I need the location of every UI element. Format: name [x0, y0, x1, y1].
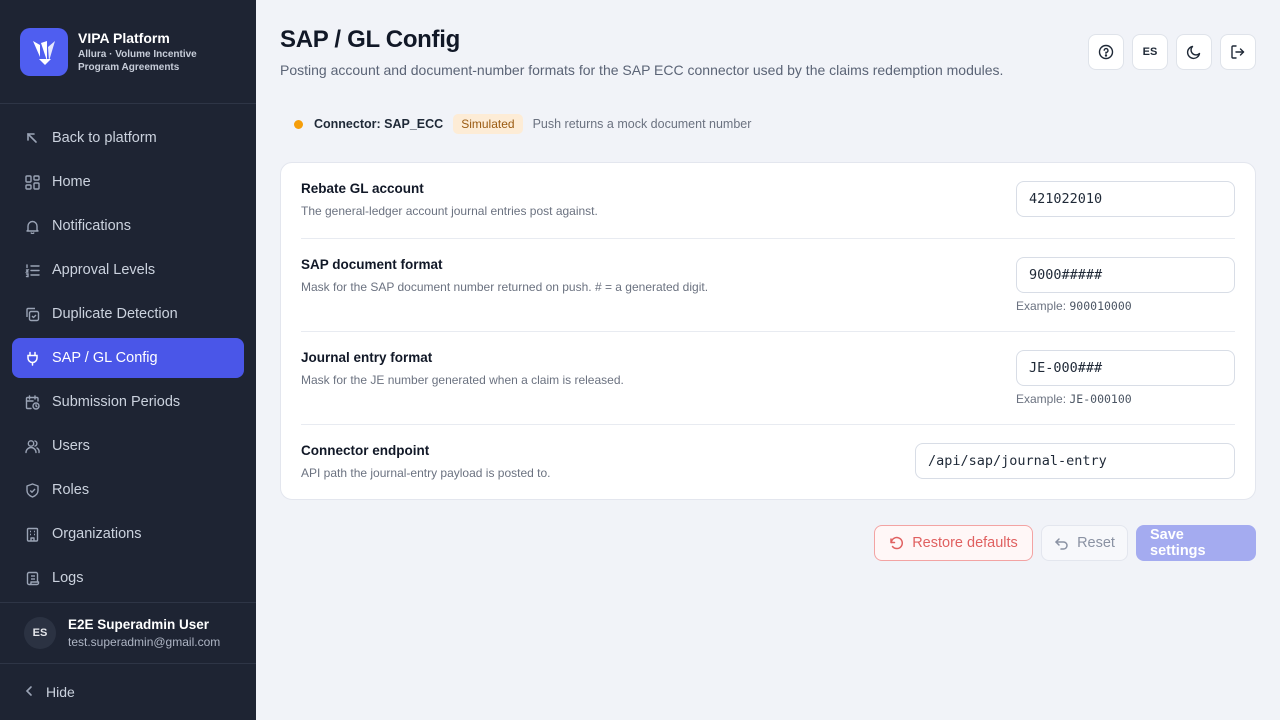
sidebar-item-submission-periods[interactable]: Submission Periods [12, 382, 244, 422]
sidebar-item-back-to-platform[interactable]: Back to platform [12, 118, 244, 158]
status-badge: Simulated [453, 114, 523, 134]
form-actions: Restore defaults Reset Save settings [874, 525, 1256, 561]
sidebar-item-label: Users [52, 438, 90, 454]
settings-card: Rebate GL account The general-ledger acc… [280, 162, 1256, 500]
rotate-ccw-icon [889, 536, 904, 551]
example-label: Example: [1016, 299, 1067, 313]
user-name: E2E Superadmin User [68, 617, 210, 632]
sidebar-item-label: Submission Periods [52, 394, 181, 410]
sidebar-item-label: Duplicate Detection [52, 306, 178, 322]
building-icon [24, 526, 40, 542]
shield-check-icon [24, 482, 40, 498]
page-title: SAP / GL Config [280, 26, 460, 53]
bell-icon [24, 218, 40, 234]
connector-note: Push returns a mock document number [532, 117, 752, 131]
chevron-left-icon [24, 684, 34, 700]
hide-sidebar-button[interactable]: Hide [24, 680, 75, 704]
example-value: JE-000100 [1069, 392, 1132, 406]
sidebar-item-users[interactable]: Users [12, 426, 244, 466]
connector-label: Connector: SAP_ECC [314, 117, 444, 131]
example-label: Example: [1016, 392, 1067, 406]
connector-status: Connector: SAP_ECC Simulated Push return… [294, 114, 751, 134]
sidebar-item-label: Logs [52, 570, 84, 586]
sidebar-item-label: Home [52, 174, 91, 190]
brand: VIPA Platform Allura · Volume Incentive … [0, 0, 256, 104]
sidebar-item-home[interactable]: Home [12, 162, 244, 202]
moon-icon [1186, 45, 1201, 60]
sidebar-item-approval-levels[interactable]: Approval Levels [12, 250, 244, 290]
example-value: 900010000 [1069, 299, 1132, 313]
sidebar-item-logs[interactable]: Logs [12, 558, 244, 598]
divider [301, 424, 1235, 425]
language-button[interactable]: ES [1132, 34, 1168, 70]
help-button[interactable] [1088, 34, 1124, 70]
sidebar-item-label: Organizations [52, 526, 142, 542]
calendar-clock-icon [24, 394, 40, 410]
arrow-up-left-icon [24, 130, 40, 146]
connector-endpoint-input[interactable]: /api/sap/journal-entry [915, 443, 1235, 479]
sidebar-item-duplicate-detection[interactable]: Duplicate Detection [12, 294, 244, 334]
sap-document-example: Example: 900010000 [1016, 299, 1132, 313]
sidebar-item-sap-gl-config[interactable]: SAP / GL Config [12, 338, 244, 378]
undo-icon [1054, 536, 1069, 551]
sidebar-item-organizations[interactable]: Organizations [12, 514, 244, 554]
rebate-gl-account-input[interactable]: 421022010 [1016, 181, 1235, 217]
vipa-logo-icon [20, 28, 68, 76]
divider [301, 331, 1235, 332]
reset-button[interactable]: Reset [1041, 525, 1128, 561]
sidebar-item-notifications[interactable]: Notifications [12, 206, 244, 246]
logout-button[interactable] [1220, 34, 1256, 70]
reset-label: Reset [1077, 535, 1115, 551]
header-actions: ES [1088, 34, 1256, 70]
sidebar-item-label: Notifications [52, 218, 131, 234]
users-icon [24, 438, 40, 454]
sidebar: VIPA Platform Allura · Volume Incentive … [0, 0, 256, 720]
sidebar-item-label: Roles [52, 482, 90, 498]
sidebar-item-label: SAP / GL Config [52, 350, 158, 366]
divider [301, 238, 1235, 239]
dashboard-icon [24, 174, 40, 190]
status-dot-icon [294, 119, 303, 129]
list-ordered-icon [24, 262, 40, 278]
sap-document-format-input[interactable]: 9000##### [1016, 257, 1235, 293]
restore-defaults-button[interactable]: Restore defaults [874, 525, 1033, 561]
help-circle-icon [1098, 44, 1114, 60]
brand-title: VIPA Platform [78, 30, 170, 46]
user-profile[interactable]: ES E2E Superadmin User test.superadmin@g… [0, 602, 256, 664]
sidebar-item-label: Back to platform [52, 130, 157, 146]
user-email: test.superadmin@gmail.com [68, 635, 221, 649]
page-description: Posting account and document-number form… [280, 62, 1004, 78]
sidebar-nav: Back to platform Home Notifications Appr… [12, 118, 244, 602]
brand-subtitle: Allura · Volume Incentive Program Agreem… [78, 49, 197, 73]
avatar: ES [24, 617, 56, 649]
theme-toggle-button[interactable] [1176, 34, 1212, 70]
save-settings-button[interactable]: Save settings [1136, 525, 1256, 561]
restore-label: Restore defaults [912, 535, 1018, 551]
copy-check-icon [24, 306, 40, 322]
plug-icon [24, 350, 40, 366]
scroll-icon [24, 570, 40, 586]
sidebar-item-label: Approval Levels [52, 262, 156, 278]
hide-label: Hide [46, 684, 75, 700]
log-out-icon [1231, 45, 1245, 59]
journal-entry-format-input[interactable]: JE-000### [1016, 350, 1235, 386]
journal-entry-example: Example: JE-000100 [1016, 392, 1132, 406]
sidebar-item-roles[interactable]: Roles [12, 470, 244, 510]
